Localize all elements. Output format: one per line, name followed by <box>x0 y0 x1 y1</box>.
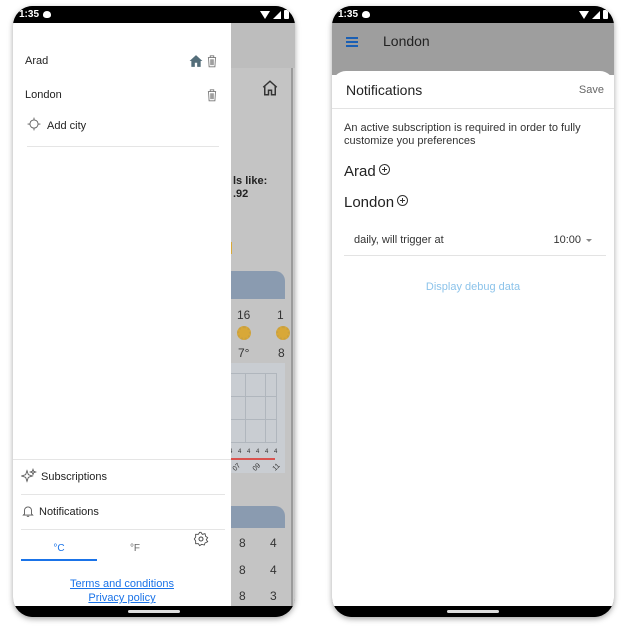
location-target-icon <box>27 117 41 134</box>
daily-value: 8 <box>239 589 246 603</box>
city-name: London <box>344 194 395 211</box>
save-button[interactable]: Save <box>579 84 604 96</box>
drawer-city-arad[interactable]: Arad <box>25 44 219 78</box>
chart-point-label: 4 <box>274 449 278 455</box>
hourly-hour: 16 <box>237 308 251 322</box>
terms-link[interactable]: Terms and conditions <box>13 578 231 590</box>
city-name: Arad <box>25 55 49 67</box>
sun-icon <box>276 326 290 340</box>
left-screen: ls like: .92 16 1 7° 8 4 4 4 4 4 4 07 09 <box>13 23 295 606</box>
chart-x-tick: 11 <box>271 462 282 473</box>
app-bar-title: London <box>383 33 430 49</box>
notification-city-london: London <box>344 194 409 211</box>
chart-grid <box>225 373 277 443</box>
drawer-city-london[interactable]: London <box>25 78 219 112</box>
notifications-sheet: Notifications Save An active subscriptio… <box>332 71 614 606</box>
notifications-button[interactable]: Notifications <box>21 495 227 529</box>
subscription-notice: An active subscription is required in or… <box>344 122 581 147</box>
notification-icon <box>43 11 52 18</box>
battery-icon <box>603 10 608 19</box>
wifi-icon <box>260 10 270 19</box>
hourly-temp: 7° <box>238 346 250 360</box>
hourly-hour: 1 <box>277 308 284 322</box>
notifications-label: Notifications <box>39 506 99 518</box>
subscriptions-button[interactable]: Subscriptions <box>20 460 227 494</box>
divider <box>21 529 225 530</box>
feels-like-value: .92 <box>233 188 249 200</box>
time-value: 10:00 <box>553 234 581 246</box>
add-city-button[interactable]: Add city <box>27 117 86 134</box>
daily-value: 8 <box>239 536 246 550</box>
trash-icon[interactable] <box>205 54 219 68</box>
schedule-row: daily, will trigger at 10:00 <box>344 226 606 256</box>
status-time: 1:35 <box>19 9 40 20</box>
battery-icon <box>284 10 289 19</box>
sheet-header: Notifications Save <box>332 71 614 109</box>
privacy-link[interactable]: Privacy policy <box>13 592 231 604</box>
hourly-temp: 8 <box>278 346 285 360</box>
chart-point-label: 4 <box>265 449 269 455</box>
sparkles-icon <box>20 467 38 487</box>
schedule-label: daily, will trigger at <box>354 234 444 246</box>
divider <box>27 146 219 147</box>
add-city-label: Add city <box>47 119 87 132</box>
add-circle-icon[interactable] <box>378 164 390 175</box>
daily-value: 3 <box>270 589 277 603</box>
subscriptions-label: Subscriptions <box>41 471 108 483</box>
home-icon[interactable] <box>189 54 203 68</box>
daily-value: 4 <box>270 536 277 550</box>
right-screen: London Notifications Save An active subs… <box>332 23 614 606</box>
daily-card-header <box>225 506 285 528</box>
hourly-chart: 4 4 4 4 4 4 07 09 11 <box>225 363 285 473</box>
bell-icon <box>21 504 35 521</box>
chart-point-label: 4 <box>256 449 260 455</box>
navigation-drawer: Arad London Add city Subscriptions Notif… <box>13 23 231 606</box>
debug-data-link[interactable]: Display debug data <box>332 281 614 293</box>
status-time: 1:35 <box>338 9 359 20</box>
system-nav-bar <box>13 606 295 617</box>
trash-icon[interactable] <box>205 88 219 102</box>
home-gesture-handle[interactable] <box>128 610 180 613</box>
notification-icon <box>362 11 371 18</box>
chart-x-tick: 09 <box>251 462 263 473</box>
home-outline-icon <box>261 79 279 102</box>
gear-icon[interactable] <box>193 531 209 547</box>
signal-icon <box>592 10 600 19</box>
daily-value: 4 <box>270 563 277 577</box>
menu-icon[interactable] <box>346 37 358 47</box>
chart-x-tick: 07 <box>231 462 243 473</box>
status-bar: 1:35 <box>13 6 295 23</box>
feels-like-label: ls like: <box>233 175 268 187</box>
unit-tab-celsius[interactable]: °C <box>21 543 97 561</box>
daily-value: 8 <box>239 563 246 577</box>
chart-point-label: 4 <box>247 449 251 455</box>
city-name: London <box>25 89 62 101</box>
chart-line <box>225 458 275 460</box>
hourly-card-header <box>225 271 285 299</box>
notification-city-arad: Arad <box>344 163 390 180</box>
time-dropdown[interactable]: 10:00 <box>553 234 592 246</box>
signal-icon <box>273 10 281 19</box>
wifi-icon <box>579 10 589 19</box>
city-name: Arad <box>344 163 376 180</box>
right-phone: 1:35 London Notifications Save An active… <box>332 6 614 617</box>
add-circle-icon[interactable] <box>397 195 409 206</box>
unit-tab-fahrenheit[interactable]: °F <box>97 543 173 561</box>
home-gesture-handle[interactable] <box>447 610 499 613</box>
left-phone: 1:35 ls like: .92 16 1 7° 8 4 4 4 4 4 07… <box>13 6 295 617</box>
sheet-title: Notifications <box>346 82 423 98</box>
system-nav-bar <box>332 606 614 617</box>
sun-icon <box>237 326 251 340</box>
status-bar: 1:35 <box>332 6 614 23</box>
dropdown-caret-icon <box>586 238 592 242</box>
feels-like: ls like: .92 <box>233 175 267 201</box>
app-bar: London <box>332 23 614 75</box>
chart-point-label: 4 <box>238 449 242 455</box>
